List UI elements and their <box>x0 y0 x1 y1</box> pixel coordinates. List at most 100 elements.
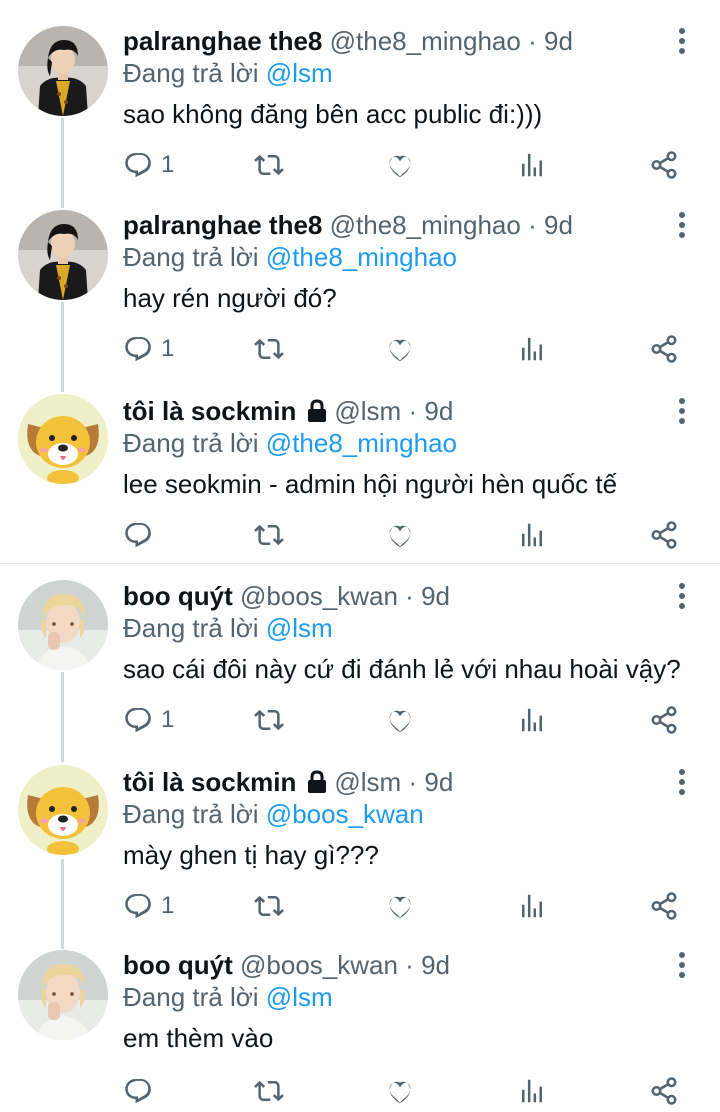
author-name[interactable]: palranghae the8 <box>123 26 322 56</box>
replying-to-label: Đang trả lời <box>123 982 259 1012</box>
views-bar-icon <box>517 705 547 735</box>
reply-button[interactable] <box>123 1074 161 1108</box>
views-button[interactable] <box>517 148 547 182</box>
like-button[interactable] <box>385 148 415 182</box>
mention-link[interactable]: @the8_minghao <box>266 242 457 272</box>
views-button[interactable] <box>517 889 547 923</box>
reply-icon <box>123 1076 153 1106</box>
timestamp[interactable]: 9d <box>424 767 453 797</box>
like-button[interactable] <box>385 1074 415 1108</box>
views-bar-icon <box>517 520 547 550</box>
mention-link[interactable]: @lsm <box>266 58 333 88</box>
share-button[interactable] <box>649 1074 679 1108</box>
retweet-button[interactable] <box>254 889 284 923</box>
reply-button[interactable]: 1 <box>123 889 174 923</box>
blonde-person-avatar <box>18 580 108 670</box>
timestamp[interactable]: 9d <box>424 396 453 426</box>
avatar[interactable] <box>18 210 108 300</box>
author-handle[interactable]: @the8_minghao <box>330 210 521 240</box>
retweet-button[interactable] <box>254 148 284 182</box>
author-name[interactable]: boo quýt <box>123 950 233 980</box>
author-name[interactable]: boo quýt <box>123 581 233 611</box>
tweet-text: sao không đăng bên acc public đi:))) <box>123 99 543 129</box>
mention-link[interactable]: @the8_minghao <box>266 428 457 458</box>
share-icon <box>649 705 679 735</box>
tweet[interactable]: palranghae the8 @the8_minghao · 9d Đang … <box>0 0 720 190</box>
timestamp[interactable]: 9d <box>421 581 450 611</box>
blonde-person-avatar <box>18 950 108 1040</box>
more-options-icon[interactable] <box>672 210 692 240</box>
retweet-icon <box>254 334 284 364</box>
author-name[interactable]: palranghae the8 <box>123 210 322 240</box>
retweet-button[interactable] <box>254 703 284 737</box>
views-button[interactable] <box>517 703 547 737</box>
tweet-text: lee seokmin - admin hội người hèn quốc t… <box>123 469 618 499</box>
share-button[interactable] <box>649 518 679 552</box>
like-button[interactable] <box>385 518 415 552</box>
share-button[interactable] <box>649 889 679 923</box>
mention-link[interactable]: @lsm <box>266 613 333 643</box>
dog-cartoon-avatar <box>18 394 108 484</box>
author-handle[interactable]: @lsm <box>334 767 401 797</box>
mention-link[interactable]: @boos_kwan <box>266 799 424 829</box>
views-button[interactable] <box>517 518 547 552</box>
tweet-text: em thèm vào <box>123 1023 274 1053</box>
timestamp[interactable]: 9d <box>544 210 573 240</box>
share-button[interactable] <box>649 332 679 366</box>
timestamp[interactable]: 9d <box>421 950 450 980</box>
tweet-actions <box>0 1074 720 1108</box>
tweet[interactable]: palranghae the8 @the8_minghao · 9d Đang … <box>0 184 720 374</box>
more-options-icon[interactable] <box>672 950 692 980</box>
retweet-button[interactable] <box>254 1074 284 1108</box>
share-icon <box>649 150 679 180</box>
avatar[interactable] <box>18 26 108 116</box>
share-button[interactable] <box>649 703 679 737</box>
like-button[interactable] <box>385 332 415 366</box>
author-handle[interactable]: @lsm <box>334 396 401 426</box>
author-handle[interactable]: @boos_kwan <box>240 950 398 980</box>
author-name[interactable]: tôi là sockmin <box>123 767 296 797</box>
avatar[interactable] <box>18 765 108 855</box>
tweet-text: mày ghen tị hay gì??? <box>123 840 379 870</box>
reply-icon <box>123 891 153 921</box>
views-bar-icon <box>517 334 547 364</box>
more-options-icon[interactable] <box>672 581 692 611</box>
heart-icon <box>385 705 415 735</box>
more-options-icon[interactable] <box>672 26 692 56</box>
share-icon <box>649 891 679 921</box>
replying-to-label: Đang trả lời <box>123 242 259 272</box>
tweet-actions <box>0 518 720 552</box>
replying-to-label: Đang trả lời <box>123 799 259 829</box>
views-button[interactable] <box>517 1074 547 1108</box>
tweet-text: hay rén người đó? <box>123 283 337 313</box>
reply-button[interactable] <box>123 518 161 552</box>
retweet-button[interactable] <box>254 332 284 366</box>
reply-count: 1 <box>161 151 175 178</box>
share-button[interactable] <box>649 148 679 182</box>
like-button[interactable] <box>385 703 415 737</box>
author-name[interactable]: tôi là sockmin <box>123 396 296 426</box>
avatar[interactable] <box>18 950 108 1040</box>
separator-dot: · <box>528 210 537 240</box>
reply-button[interactable]: 1 <box>123 332 174 366</box>
avatar[interactable] <box>18 394 108 484</box>
tweet[interactable]: boo quýt @boos_kwan · 9d Đang trả lời @l… <box>0 555 720 745</box>
tweet[interactable]: boo quýt @boos_kwan · 9d Đang trả lời @l… <box>0 926 720 1112</box>
views-button[interactable] <box>517 332 547 366</box>
author-handle[interactable]: @boos_kwan <box>240 581 398 611</box>
author-handle[interactable]: @the8_minghao <box>330 26 521 56</box>
mention-link[interactable]: @lsm <box>266 982 333 1012</box>
timestamp[interactable]: 9d <box>544 26 573 56</box>
more-options-icon[interactable] <box>672 767 692 797</box>
reply-button[interactable]: 1 <box>123 703 174 737</box>
more-options-icon[interactable] <box>672 396 692 426</box>
avatar[interactable] <box>18 580 108 670</box>
tweet[interactable]: tôi là sockmin @lsm · 9d Đang trả lời @bo… <box>0 741 720 931</box>
tweet[interactable]: tôi là sockmin @lsm · 9d Đang trả lời @th… <box>0 370 720 560</box>
retweet-icon <box>254 150 284 180</box>
separator-dot: · <box>405 581 414 611</box>
reply-button[interactable]: 1 <box>123 148 174 182</box>
like-button[interactable] <box>385 889 415 923</box>
dark-hair-person-avatar <box>18 210 108 300</box>
retweet-button[interactable] <box>254 518 284 552</box>
